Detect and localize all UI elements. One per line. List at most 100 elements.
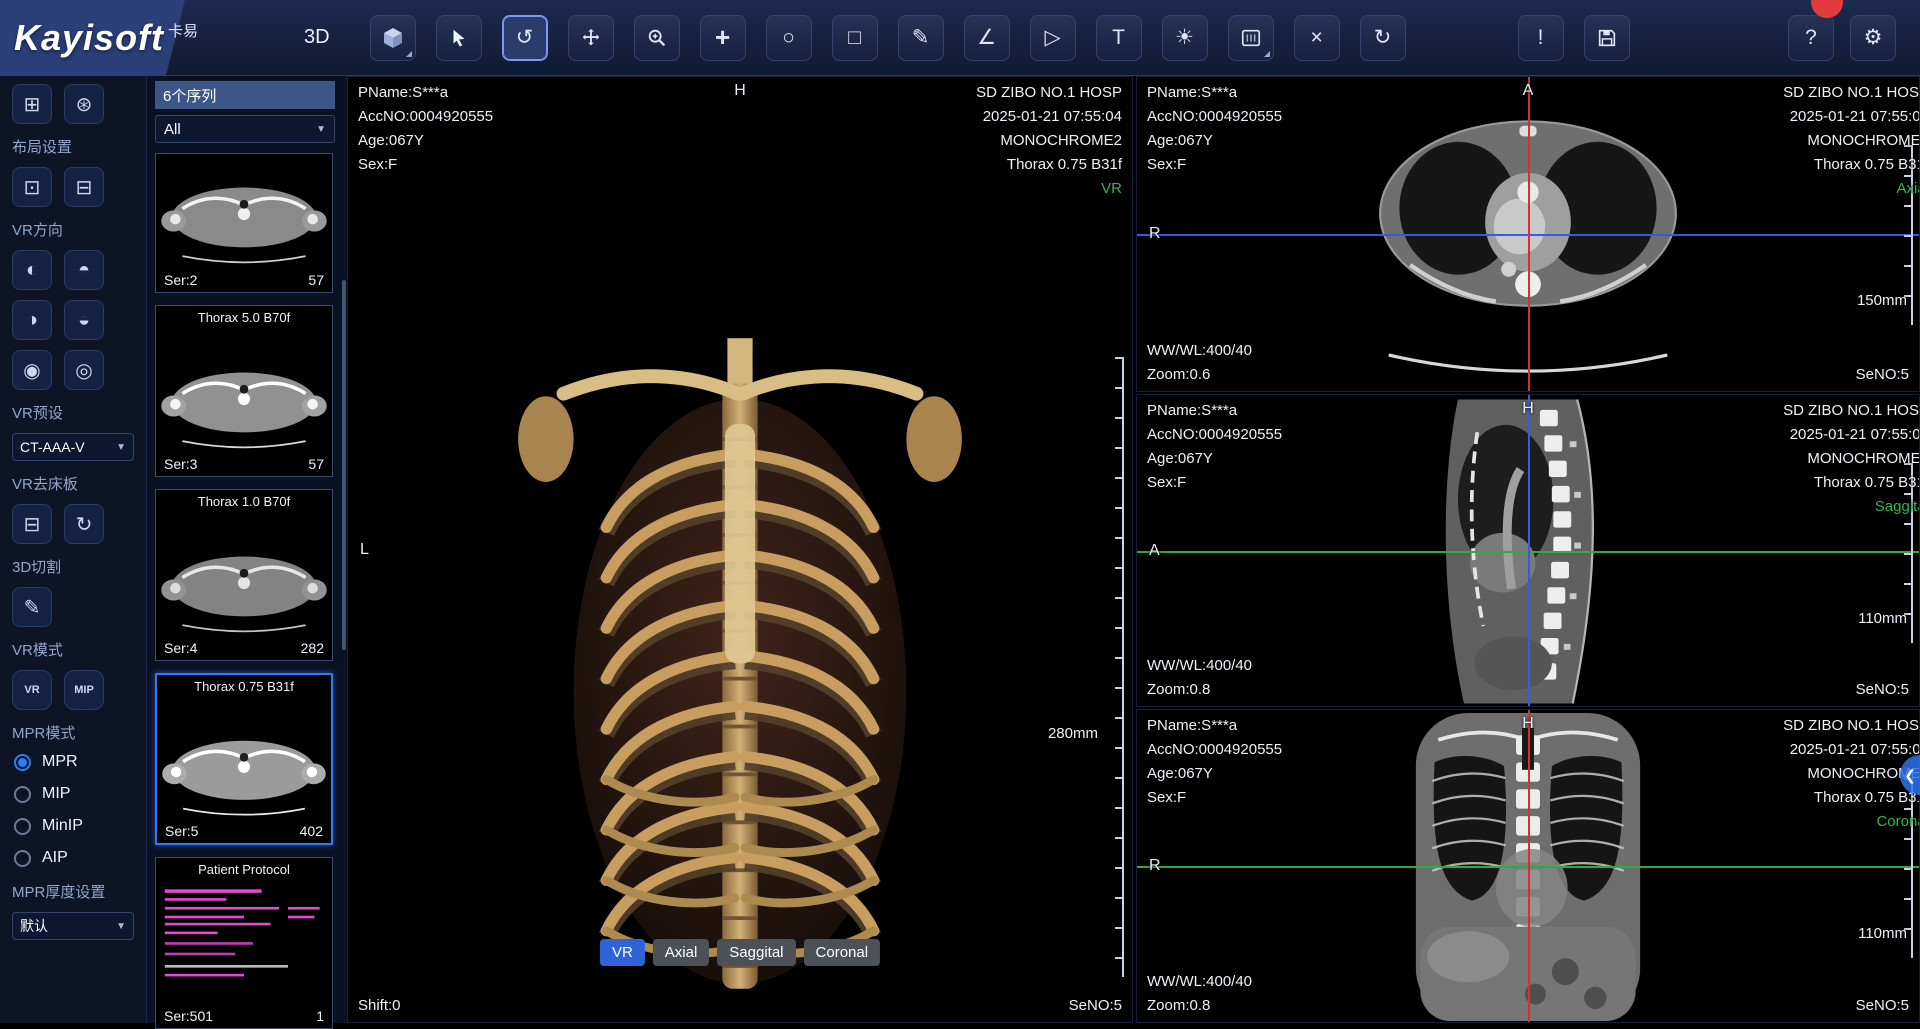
- series-panel: 6个序列 All ▼ Ser:2 57 Thorax 5.0 B70f Ser:…: [147, 76, 347, 1023]
- vr-orient-glyph: ◑: [26, 309, 38, 332]
- vr-direction-label: VR方向: [12, 219, 140, 240]
- pan-icon[interactable]: [568, 15, 614, 61]
- close-icon[interactable]: ×: [1294, 15, 1340, 61]
- layout-preset-icon[interactable]: ⊛: [64, 84, 104, 124]
- ellipse-roi-icon[interactable]: ○: [766, 15, 812, 61]
- series-thumbnail-ser4[interactable]: Thorax 1.0 B70f Ser:4 282: [155, 489, 333, 661]
- vr-orient-right-icon[interactable]: ◒: [64, 300, 104, 340]
- series-thumbnail-ser3[interactable]: Thorax 5.0 B70f Ser:3 57: [155, 305, 333, 477]
- series-filter-select[interactable]: All ▼: [155, 115, 335, 143]
- vr-orient-top-icon[interactable]: ◉: [12, 350, 52, 390]
- text-annotation-icon[interactable]: T: [1096, 15, 1142, 61]
- vr-orient-bottom-icon[interactable]: ◎: [64, 350, 104, 390]
- patient-age: Age:067Y: [1147, 447, 1282, 471]
- zoom-in-icon[interactable]: [634, 15, 680, 61]
- layout-grid-icon[interactable]: ⊞: [12, 84, 52, 124]
- bed-removal-icon[interactable]: ⊟: [12, 504, 52, 544]
- layout-settings-label: 布局设置: [12, 136, 140, 157]
- brightness-icon[interactable]: ☀: [1162, 15, 1208, 61]
- patient-sex: Sex:F: [1147, 153, 1282, 177]
- vr-orient-glyph: ◒: [78, 309, 90, 332]
- series-number-overlay: SeNO:5: [1856, 363, 1909, 387]
- viewport-coronal[interactable]: PName:S***a AccNO:0004920555 Age:067Y Se…: [1136, 709, 1920, 1023]
- window-width-level: WW/WL:400/40: [1147, 970, 1252, 994]
- vr-mode-mip-icon[interactable]: MIP: [64, 670, 104, 710]
- series-scrollbar[interactable]: [342, 280, 346, 650]
- vr-preset-value: CT-AAA-V: [20, 439, 85, 455]
- radio-label: MIP: [42, 785, 70, 803]
- volume-3d-icon[interactable]: [370, 15, 416, 61]
- view-button-vr[interactable]: VR: [600, 939, 645, 966]
- view-type-label: Coronal: [1783, 810, 1920, 834]
- vr-orient-front-icon[interactable]: ◐: [12, 250, 52, 290]
- series-thumbnail-ser501[interactable]: Patient Protocol Ser:501 1: [155, 857, 333, 1029]
- layout-split-icon[interactable]: ⊟: [64, 167, 104, 207]
- cobb-angle-icon[interactable]: ▷: [1030, 15, 1076, 61]
- thumbnail-series-number: Ser:2: [164, 272, 197, 288]
- layout-quad-icon[interactable]: ⊡: [12, 167, 52, 207]
- cut-3d-label: 3D切割: [12, 556, 140, 577]
- vr-mode-vr-icon[interactable]: VR: [12, 670, 52, 710]
- crosshair-vertical-line[interactable]: [1528, 710, 1530, 1022]
- vr-orient-back-icon[interactable]: ◓: [64, 250, 104, 290]
- orientation-marker-top: H: [734, 82, 746, 100]
- patient-name: PName:S***a: [1147, 399, 1282, 423]
- ellipse-glyph: ○: [782, 26, 795, 50]
- viewport-saggital[interactable]: PName:S***a AccNO:0004920555 Age:067Y Se…: [1136, 394, 1920, 707]
- view-button-saggital[interactable]: Saggital: [717, 939, 795, 966]
- mpr-radio-minip[interactable]: MinIP: [14, 817, 140, 835]
- vr-orient-glyph: ◐: [26, 259, 38, 282]
- view-button-coronal[interactable]: Coronal: [804, 939, 881, 966]
- ct-thumbnail-image: [156, 490, 332, 660]
- viewport-axial[interactable]: PName:S***a AccNO:0004920555 Age:067Y Se…: [1136, 76, 1920, 392]
- pencil-glyph: ✎: [912, 25, 930, 50]
- dropdown-corner-icon: [406, 51, 412, 57]
- patient-accession: AccNO:0004920555: [1147, 738, 1282, 762]
- bed-reset-icon[interactable]: ↻: [64, 504, 104, 544]
- angle-icon[interactable]: ∠: [964, 15, 1010, 61]
- settings-gear-icon[interactable]: ⚙: [1850, 15, 1896, 61]
- rotate-3d-icon[interactable]: ↺: [502, 15, 548, 61]
- reset-icon[interactable]: ↻: [1360, 15, 1406, 61]
- crosshair-vertical-line[interactable]: [1528, 395, 1530, 706]
- crosshair-vertical-line[interactable]: [1528, 77, 1530, 391]
- protocol-thumbnail-image: [156, 858, 332, 1028]
- mpr-radio-mpr[interactable]: MPR: [14, 753, 140, 771]
- mpr-radio-aip[interactable]: AIP: [14, 849, 140, 867]
- help-icon[interactable]: ?: [1788, 15, 1834, 61]
- pointer-icon[interactable]: [436, 15, 482, 61]
- vr-preset-select[interactable]: CT-AAA-V ▼: [12, 433, 134, 461]
- orientation-marker-left: R: [1149, 225, 1161, 243]
- vr-bed-removal-label: VR去床板: [12, 473, 140, 494]
- study-info-overlay: SD ZIBO NO.1 HOSP 2025-01-21 07:55:04 MO…: [1783, 399, 1920, 519]
- thumbnail-title: Patient Protocol: [156, 862, 332, 877]
- cut-pencil-icon[interactable]: ✎: [12, 587, 52, 627]
- alert-icon[interactable]: !: [1518, 15, 1564, 61]
- radio-label: AIP: [42, 849, 68, 867]
- series-thumbnail-ser5-selected[interactable]: Thorax 0.75 B31f Ser:5 402: [155, 673, 333, 845]
- patient-name: PName:S***a: [358, 81, 493, 105]
- layout-split-glyph: ⊟: [76, 175, 93, 200]
- series-thumbnail-ser2[interactable]: Ser:2 57: [155, 153, 333, 293]
- thumbnail-title: Thorax 1.0 B70f: [156, 494, 332, 509]
- patient-info-overlay: PName:S***a AccNO:0004920555 Age:067Y Se…: [1147, 714, 1282, 810]
- patient-age: Age:067Y: [1147, 129, 1282, 153]
- measure-pencil-icon[interactable]: ✎: [898, 15, 944, 61]
- save-icon[interactable]: [1584, 15, 1630, 61]
- mpr-radio-mip[interactable]: MIP: [14, 785, 140, 803]
- study-datetime: 2025-01-21 07:55:04: [1783, 423, 1920, 447]
- crosshair-icon[interactable]: +: [700, 15, 746, 61]
- rect-roi-icon[interactable]: □: [832, 15, 878, 61]
- window-width-level: WW/WL:400/40: [1147, 339, 1252, 363]
- viewport-vr-main[interactable]: PName:S***a AccNO:0004920555 Age:067Y Se…: [347, 76, 1133, 1023]
- bed-glyph: ⊟: [24, 512, 41, 537]
- thumbnail-image-count: 57: [308, 456, 324, 472]
- patient-sex: Sex:F: [1147, 786, 1282, 810]
- vr-orient-left-icon[interactable]: ◑: [12, 300, 52, 340]
- window-level-icon[interactable]: [1228, 15, 1274, 61]
- orientation-marker-left: A: [1149, 542, 1160, 560]
- view-type-label: Axial: [1783, 177, 1920, 201]
- thumbnail-series-number: Ser:5: [165, 823, 198, 839]
- mpr-thickness-select[interactable]: 默认 ▼: [12, 912, 134, 940]
- view-button-axial[interactable]: Axial: [653, 939, 710, 966]
